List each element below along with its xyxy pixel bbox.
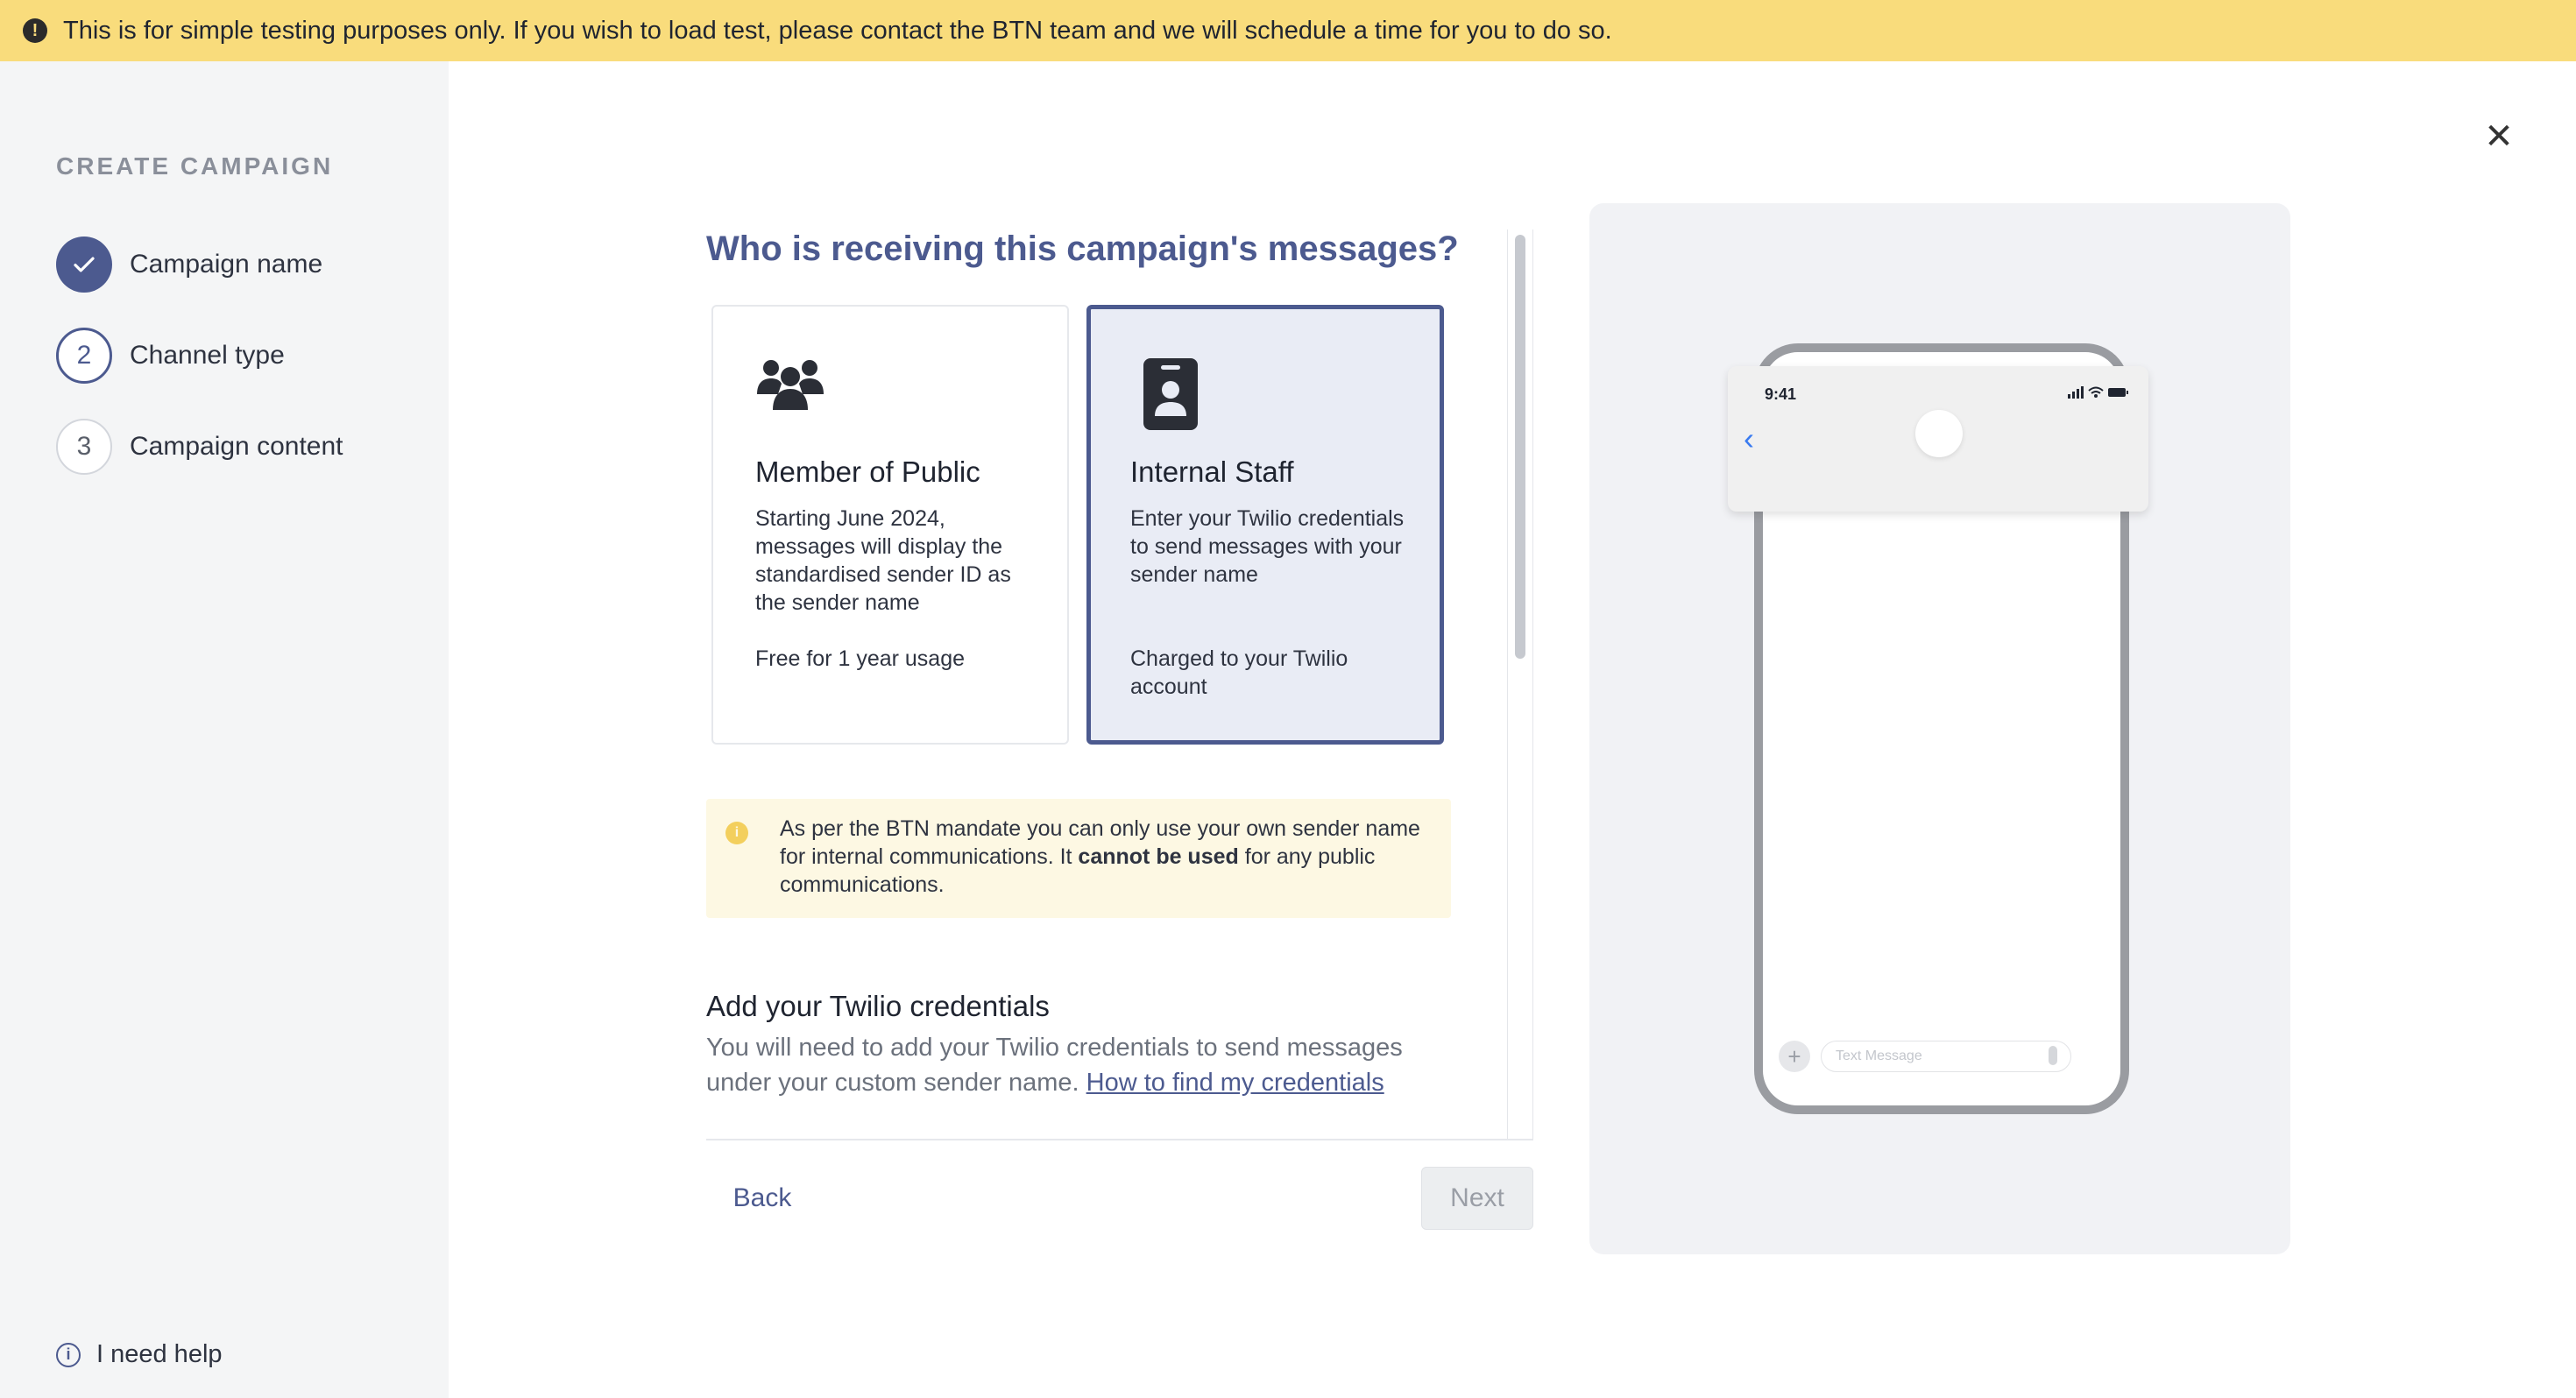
sidebar: CREATE CAMPAIGN Campaign name 2 Channel … [0,61,449,1398]
exclamation-circle-icon: ! [23,18,47,43]
option-pricing: Free for 1 year usage [755,646,966,671]
sidebar-title: CREATE CAMPAIGN [56,152,334,180]
close-icon[interactable]: ✕ [2481,119,2516,154]
mandate-notice: i As per the BTN mandate you can only us… [706,799,1451,918]
credentials-description: You will need to add your Twilio credent… [706,1034,1403,1097]
message-preview: 9:41 ‹ + Text Message [1589,203,2290,1254]
text-message-field[interactable]: Text Message [1821,1041,2071,1072]
id-badge-icon [1143,358,1198,434]
status-icons [2068,385,2129,399]
people-group-icon [755,356,825,416]
step-label: Channel type [130,341,285,370]
notice-text: As per the BTN mandate you can only use … [780,816,1420,897]
plus-icon[interactable]: + [1779,1041,1810,1072]
step-number: 2 [56,328,112,384]
option-description: Starting June 2024, messages will displa… [755,506,1011,615]
divider [706,1139,1533,1140]
channel-form: Who is receiving this campaign's message… [706,229,1533,1139]
page-title: Who is receiving this campaign's message… [706,229,1459,268]
warning-banner: ! This is for simple testing purposes on… [0,0,2576,61]
credentials-title: Add your Twilio credentials [706,990,1050,1022]
step-channel-type[interactable]: 2 Channel type [56,328,285,384]
option-title: Member of Public [755,455,980,488]
avatar [1915,410,1963,457]
help-link[interactable]: i I need help [56,1340,223,1369]
next-button[interactable]: Next [1421,1167,1533,1230]
option-member-of-public[interactable]: Member of Public Starting June 2024, mes… [711,305,1069,745]
scrollbar[interactable] [1507,229,1533,1139]
banner-text: This is for simple testing purposes only… [63,16,1612,45]
step-label: Campaign name [130,250,323,279]
mic-icon[interactable] [2049,1046,2057,1065]
info-icon: i [725,822,748,844]
step-label: Campaign content [130,432,343,461]
message-input-bar: + Text Message [1754,1030,2129,1083]
credentials-help-link[interactable]: How to find my credentials [1086,1069,1384,1097]
option-pricing: Charged to your Twilio account [1130,646,1348,699]
option-description: Enter your Twilio credentials to send me… [1130,506,1405,587]
option-internal-staff[interactable]: Internal Staff Enter your Twilio credent… [1086,305,1444,745]
info-icon: i [56,1342,81,1367]
back-button[interactable]: Back [711,1167,813,1230]
option-title: Internal Staff [1130,455,1294,488]
check-icon [56,237,112,293]
step-campaign-content[interactable]: 3 Campaign content [56,419,343,475]
phone-header: 9:41 ‹ [1728,366,2148,512]
step-number: 3 [56,419,112,475]
chevron-left-icon[interactable]: ‹ [1744,420,1754,457]
help-label: I need help [96,1340,223,1368]
scrollbar-thumb[interactable] [1515,235,1525,659]
phone-time: 9:41 [1765,385,1797,403]
step-campaign-name[interactable]: Campaign name [56,237,322,293]
